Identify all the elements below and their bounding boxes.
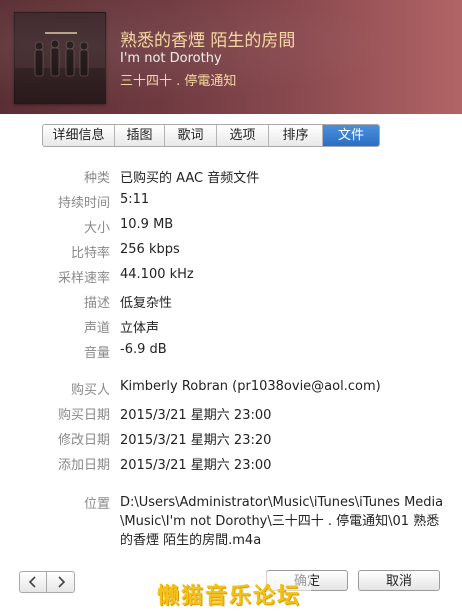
track-album: 三十四十 . 停電通知 (120, 74, 237, 89)
added-date-label: 添加日期 (57, 458, 110, 473)
modified-date-row: 修改日期 2015/3/21 星期六 23:20 (0, 429, 462, 449)
duration-value: 5:11 (120, 192, 150, 207)
size-value: 10.9 MB (120, 217, 174, 232)
volume-value: -6.9 dB (120, 342, 167, 357)
added-date-value: 2015/3/21 星期六 23:00 (120, 458, 272, 473)
chevron-right-icon (57, 576, 65, 588)
location-label: 位置 (83, 497, 110, 512)
samplerate-row: 采样速率 44.100 kHz (0, 267, 462, 287)
volume-row: 音量 -6.9 dB (0, 342, 462, 362)
samplerate-value: 44.100 kHz (120, 267, 194, 282)
previous-track-button[interactable] (20, 572, 47, 592)
purchase-date-row: 购买日期 2015/3/21 星期六 23:00 (0, 404, 462, 424)
tab-file[interactable]: 文件 (323, 125, 379, 146)
track-title: 熟悉的香煙 陌生的房間 (120, 31, 296, 51)
added-date-row: 添加日期 2015/3/21 星期六 23:00 (0, 454, 462, 474)
bitrate-row: 比特率 256 kbps (0, 242, 462, 262)
description-row: 描述 低复杂性 (0, 292, 462, 312)
kind-value: 已购买的 AAC 音频文件 (120, 171, 260, 186)
size-label: 大小 (83, 221, 110, 236)
purchaser-value: Kimberly Robran (pr1038ovie@aol.com) (120, 379, 381, 394)
tab-sorting[interactable]: 排序 (269, 125, 323, 146)
channels-row: 声道 立体声 (0, 317, 462, 337)
kind-row: 种类 已购买的 AAC 音频文件 (0, 167, 462, 187)
tab-artwork[interactable]: 插图 (115, 125, 165, 146)
cancel-button[interactable]: 取消 (358, 570, 440, 591)
location-value: D:\Users\Administrator\Music\iTunes\iTun… (120, 495, 444, 548)
channels-label: 声道 (83, 321, 110, 336)
description-label: 描述 (83, 296, 110, 311)
bitrate-value: 256 kbps (120, 242, 180, 257)
purchase-date-label: 购买日期 (57, 408, 110, 423)
track-artist: I'm not Dorothy (120, 51, 222, 66)
channels-value: 立体声 (120, 321, 160, 336)
kind-label: 种类 (83, 171, 110, 186)
modified-date-value: 2015/3/21 星期六 23:20 (120, 433, 272, 448)
tab-details[interactable]: 详细信息 (43, 125, 115, 146)
purchaser-label: 购买人 (70, 383, 110, 398)
next-track-button[interactable] (47, 572, 74, 592)
duration-row: 持续时间 5:11 (0, 192, 462, 212)
description-value: 低复杂性 (120, 296, 173, 311)
album-art-figures (15, 13, 105, 103)
album-art (14, 12, 106, 104)
chevron-left-icon (28, 576, 36, 588)
track-header: 熟悉的香煙 陌生的房間 I'm not Dorothy 三十四十 . 停電通知 (0, 0, 462, 114)
modified-date-label: 修改日期 (57, 433, 110, 448)
purchase-date-value: 2015/3/21 星期六 23:00 (120, 408, 272, 423)
track-nav (19, 571, 75, 593)
bitrate-label: 比特率 (70, 246, 110, 261)
info-tabs: 详细信息 插图 歌词 选项 排序 文件 (42, 124, 380, 147)
volume-label: 音量 (83, 346, 110, 361)
tab-lyrics[interactable]: 歌词 (165, 125, 217, 146)
samplerate-label: 采样速率 (57, 271, 110, 286)
duration-label: 持续时间 (57, 196, 110, 211)
tab-options[interactable]: 选项 (217, 125, 269, 146)
watermark-text: 懒猫音乐论坛 (157, 584, 302, 609)
purchaser-row: 购买人 Kimberly Robran (pr1038ovie@aol.com) (0, 379, 462, 399)
size-row: 大小 10.9 MB (0, 217, 462, 237)
forum-watermark: 懒猫音乐论坛 (151, 572, 311, 612)
